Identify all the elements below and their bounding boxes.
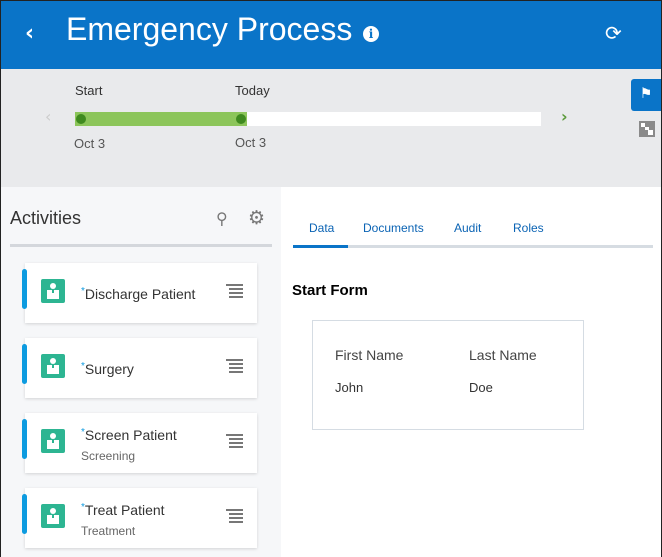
- last-name-value: Doe: [469, 380, 493, 395]
- activity-card[interactable]: *Screen Patient Screening: [22, 413, 257, 473]
- activity-accent-bar: [22, 419, 27, 459]
- timeline-prev-button[interactable]: ‹: [45, 107, 51, 126]
- hamburger-menu-icon[interactable]: [226, 434, 243, 450]
- activity-accent-bar: [22, 269, 27, 309]
- timeline-today-marker[interactable]: [236, 114, 246, 124]
- chevron-left-icon[interactable]: ‹: [25, 21, 34, 46]
- timeline-area: Start Today ‹ › Oct 3 Oct 3 ⚑: [1, 69, 661, 187]
- timeline-today-label: Today: [235, 83, 270, 98]
- tab-documents[interactable]: Documents: [363, 221, 424, 235]
- activity-card[interactable]: *Discharge Patient: [22, 263, 257, 323]
- tab-audit[interactable]: Audit: [454, 221, 481, 235]
- start-form: First Name John Last Name Doe: [312, 320, 584, 430]
- timeline-start-marker[interactable]: [76, 114, 86, 124]
- activity-name: *Treat Patient: [81, 502, 165, 518]
- person-icon: [41, 504, 65, 528]
- details-panel: Data Documents Audit Roles Start Form Fi…: [281, 187, 661, 557]
- activity-name: *Surgery: [81, 361, 134, 377]
- activity-accent-bar: [22, 344, 27, 384]
- info-icon[interactable]: i: [363, 26, 379, 42]
- hamburger-menu-icon[interactable]: [226, 359, 243, 375]
- page-title: Emergency Process: [66, 11, 353, 47]
- signpost-icon: ⚑: [639, 86, 653, 102]
- divider: [10, 244, 272, 247]
- activity-subtitle: Screening: [81, 449, 136, 463]
- person-icon: [41, 279, 65, 303]
- timeline-today-date: Oct 3: [235, 135, 267, 150]
- activity-name: *Discharge Patient: [81, 286, 196, 302]
- activities-title: Activities: [10, 208, 82, 228]
- person-icon: [41, 429, 65, 453]
- first-name-label: First Name: [335, 347, 404, 363]
- activity-card[interactable]: *Surgery: [22, 338, 257, 398]
- milestone-view-button[interactable]: ⚑: [631, 79, 661, 111]
- activity-accent-bar: [22, 494, 27, 534]
- app-header: ‹ Emergency Process i ⟳: [1, 1, 661, 69]
- search-icon[interactable]: ⚲: [216, 209, 228, 228]
- activities-panel: Activities ⚲ ⚙ *Discharge Patient *Surge…: [1, 187, 281, 557]
- activity-name: *Screen Patient: [81, 427, 177, 443]
- active-tab-indicator: [293, 245, 348, 248]
- hamburger-menu-icon[interactable]: [226, 284, 243, 300]
- timeline-start-date: Oct 3: [74, 136, 106, 151]
- tab-roles[interactable]: Roles: [513, 221, 544, 235]
- last-name-label: Last Name: [469, 347, 537, 363]
- activity-subtitle: Treatment: [81, 524, 136, 538]
- timeline-track: [75, 112, 541, 126]
- activity-card[interactable]: *Treat Patient Treatment: [22, 488, 257, 548]
- tree-view-button[interactable]: [639, 121, 655, 137]
- tab-data[interactable]: Data: [309, 221, 334, 235]
- form-title: Start Form: [292, 282, 368, 299]
- timeline-next-button[interactable]: ›: [561, 107, 568, 126]
- gear-icon[interactable]: ⚙: [248, 207, 265, 229]
- hamburger-menu-icon[interactable]: [226, 509, 243, 525]
- person-icon: [41, 354, 65, 378]
- timeline-progress-fill: [75, 112, 247, 126]
- first-name-value: John: [335, 380, 364, 395]
- timeline-start-label: Start: [75, 83, 103, 98]
- refresh-icon[interactable]: ⟳: [605, 21, 622, 45]
- tab-bar: Data Documents Audit Roles: [293, 212, 653, 248]
